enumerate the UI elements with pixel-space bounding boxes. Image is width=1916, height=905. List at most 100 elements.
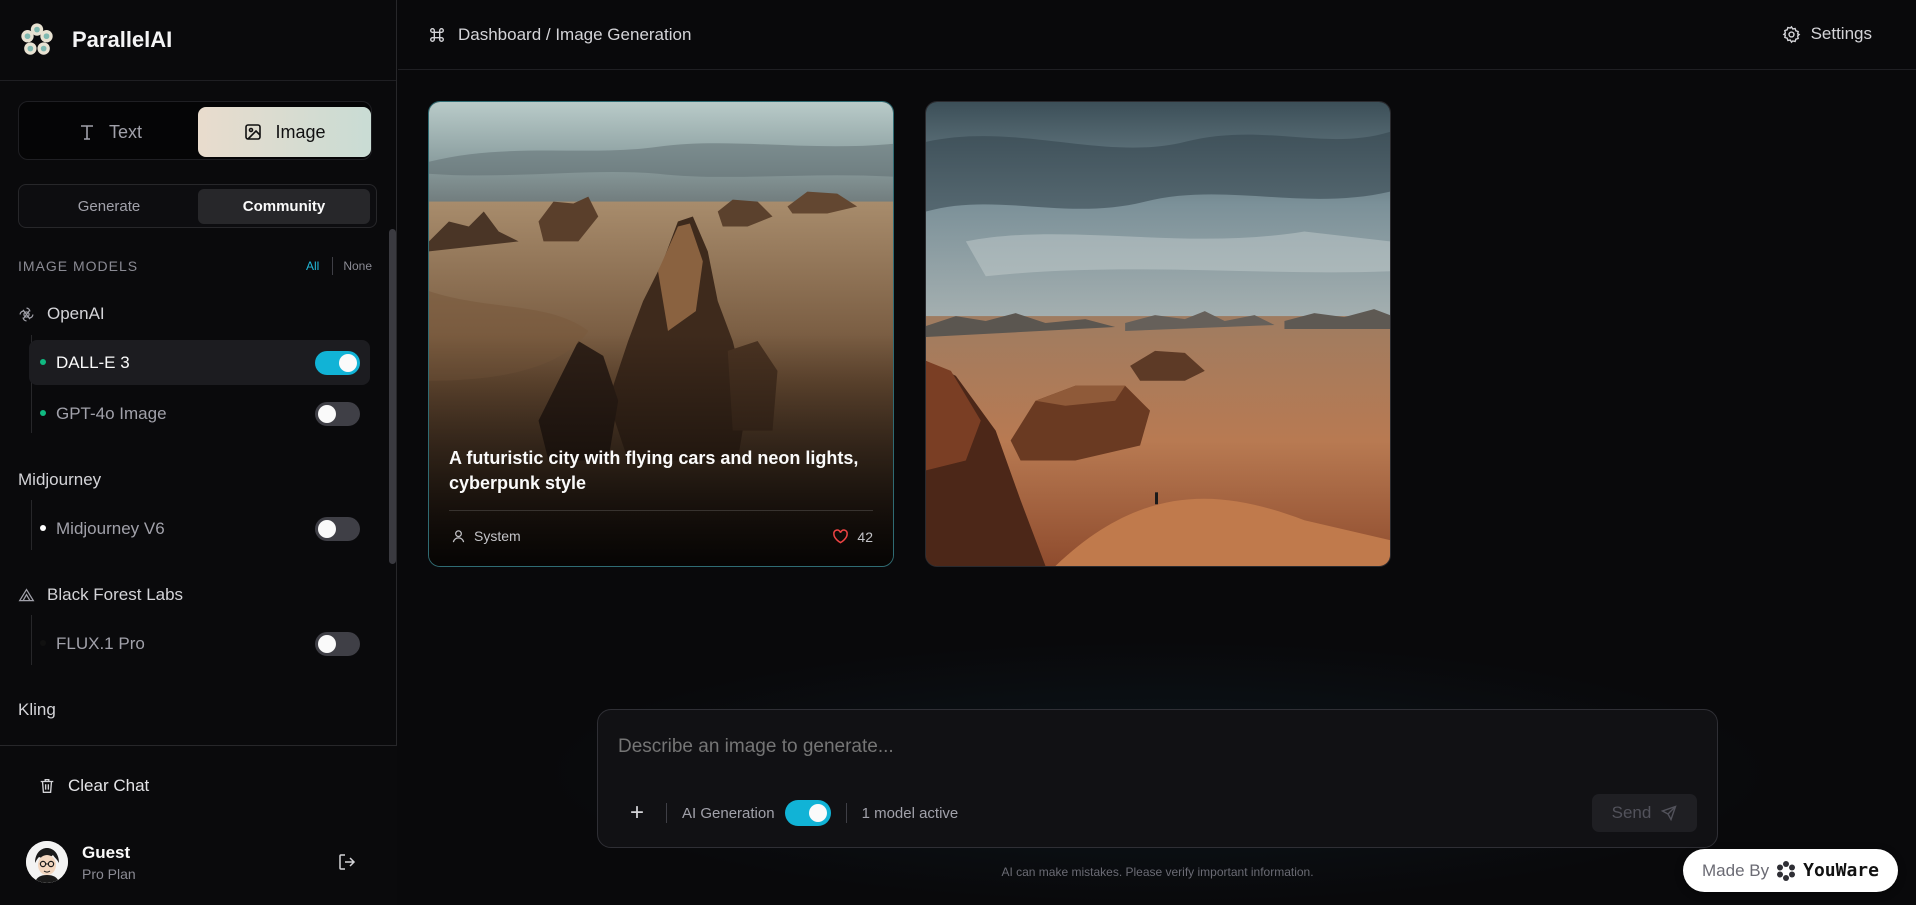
- sidebar-footer: Clear Chat Guest Pro Plan: [0, 745, 397, 905]
- model-label: Midjourney V6: [56, 518, 165, 538]
- divider: [449, 510, 873, 511]
- user-profile[interactable]: Guest Pro Plan: [26, 841, 136, 883]
- tab-generate[interactable]: Generate: [23, 189, 195, 224]
- toggle-knob: [318, 635, 336, 653]
- models-select-actions: All None: [306, 257, 372, 275]
- send-button[interactable]: Send: [1592, 794, 1697, 832]
- mode-toggle: Text Image: [18, 101, 372, 160]
- mode-text-label: Text: [108, 121, 142, 142]
- provider-name: OpenAI: [47, 304, 105, 323]
- main-area: Dashboard / Image Generation Settings A …: [398, 0, 1916, 905]
- user-plan: Pro Plan: [82, 865, 136, 882]
- made-by-brand: YouWare: [1803, 860, 1879, 881]
- openai-icon: [19, 307, 34, 321]
- mode-text-button[interactable]: Text: [23, 107, 196, 157]
- parallelai-logo-icon: [21, 23, 53, 55]
- tab-community[interactable]: Community: [198, 189, 370, 224]
- breadcrumb: Dashboard / Image Generation: [428, 25, 691, 45]
- divider: [666, 803, 667, 823]
- desert-valley-image: [926, 102, 1390, 566]
- status-dot: [40, 359, 46, 365]
- mode-image-button[interactable]: Image: [198, 107, 371, 157]
- user-icon: [452, 529, 465, 542]
- image-icon: [245, 124, 262, 140]
- breadcrumb-text: Dashboard / Image Generation: [458, 24, 692, 44]
- avatar-illustration-icon: [26, 841, 68, 883]
- models-list: OpenAI DALL-E 3 GPT-4o Image Midjourney …: [0, 290, 385, 745]
- mode-image-label: Image: [275, 121, 326, 142]
- status-dot: [40, 640, 46, 646]
- card-caption: A futuristic city with flying cars and n…: [449, 448, 859, 493]
- app-name: ParallelAI: [72, 27, 173, 52]
- provider-kling: Kling: [18, 700, 56, 720]
- select-none-link[interactable]: None: [343, 259, 372, 273]
- status-dot: [40, 410, 46, 416]
- like-count: 42: [857, 528, 873, 545]
- app-root: ParallelAI Text Image Generate Community…: [0, 0, 1916, 905]
- logout-icon[interactable]: [336, 851, 358, 873]
- model-row-gpt-4o-image[interactable]: GPT-4o Image: [29, 391, 370, 436]
- sidebar: ParallelAI Text Image Generate Community…: [0, 0, 397, 905]
- disclaimer-text: AI can make mistakes. Please verify impo…: [1001, 865, 1314, 879]
- status-dot: [40, 525, 46, 531]
- models-header: IMAGE MODELS All None: [18, 257, 372, 275]
- send-icon: [1661, 805, 1677, 821]
- made-by-badge[interactable]: Made By YouWare: [1683, 849, 1898, 892]
- midjourney-v6-toggle[interactable]: [315, 517, 360, 541]
- subtab-toggle: Generate Community: [18, 184, 377, 228]
- gallery-card[interactable]: A futuristic city with flying cars and n…: [428, 101, 894, 567]
- send-label: Send: [1611, 803, 1652, 822]
- model-label: DALL-E 3: [56, 352, 130, 372]
- toggle-knob: [318, 520, 336, 538]
- provider-black-forest-labs: Black Forest Labs: [18, 585, 183, 605]
- user-info: Guest Pro Plan: [82, 843, 136, 882]
- select-all-link[interactable]: All: [306, 259, 319, 273]
- trash-icon: [40, 779, 54, 793]
- like-button[interactable]: 42: [832, 528, 873, 545]
- active-models-count: 1 model active: [861, 804, 959, 822]
- text-icon: [80, 125, 93, 140]
- provider-midjourney: Midjourney: [18, 470, 101, 490]
- provider-name: Black Forest Labs: [47, 585, 184, 604]
- dall-e-3-toggle[interactable]: [315, 351, 360, 375]
- models-title: IMAGE MODELS: [18, 258, 139, 274]
- model-row-dall-e-3[interactable]: DALL-E 3: [29, 340, 370, 385]
- provider-name: Kling: [18, 700, 56, 719]
- settings-label: Settings: [1810, 24, 1872, 43]
- sidebar-scrollbar[interactable]: [389, 229, 396, 564]
- topbar: Dashboard / Image Generation Settings: [398, 0, 1916, 70]
- brand[interactable]: ParallelAI: [0, 0, 396, 81]
- avatar: [26, 841, 68, 883]
- command-icon: [430, 27, 444, 42]
- gpt-4o-image-toggle[interactable]: [315, 402, 360, 426]
- author-name: System: [474, 528, 521, 544]
- settings-button[interactable]: Settings: [1782, 24, 1872, 44]
- ai-generation-label: AI Generation: [682, 804, 775, 822]
- toggle-knob: [318, 405, 336, 423]
- clear-chat-label: Clear Chat: [68, 776, 150, 795]
- divider: [332, 257, 334, 275]
- model-row-midjourney-v6[interactable]: Midjourney V6: [29, 506, 370, 551]
- ai-generation-toggle[interactable]: [784, 800, 831, 826]
- toggle-knob: [808, 804, 827, 822]
- composer-toolbar: + AI Generation 1 model active: [618, 799, 958, 827]
- gallery-card[interactable]: [925, 101, 1391, 567]
- provider-name: Midjourney: [18, 470, 102, 489]
- flux-1-pro-toggle[interactable]: [315, 632, 360, 656]
- prompt-composer: + AI Generation 1 model active Send: [597, 709, 1718, 848]
- desert-rock-image: [429, 102, 893, 566]
- clear-chat-button[interactable]: Clear Chat: [38, 776, 149, 796]
- provider-openai: OpenAI: [18, 304, 105, 324]
- model-label: GPT-4o Image: [56, 403, 167, 423]
- toggle-knob: [339, 354, 357, 372]
- made-by-label: Made By: [1702, 860, 1770, 880]
- plus-icon[interactable]: +: [623, 799, 651, 827]
- divider: [845, 803, 847, 823]
- card-author: System: [451, 528, 521, 544]
- model-row-flux-1-pro[interactable]: FLUX.1 Pro: [29, 621, 370, 666]
- user-name: Guest: [82, 842, 131, 862]
- prompt-input[interactable]: [618, 736, 1618, 758]
- gear-icon: [1782, 25, 1800, 43]
- triangle-icon: [18, 587, 35, 601]
- heart-icon: [833, 529, 849, 544]
